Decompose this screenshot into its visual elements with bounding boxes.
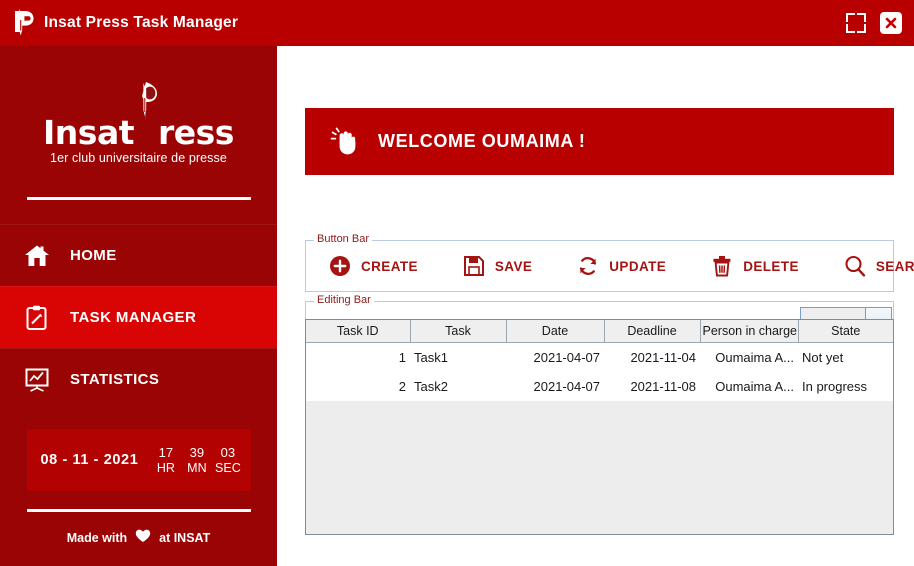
clock-date: 08 - 11 - 2021 [40,452,139,468]
waving-hand-icon [327,125,361,159]
sidebar: Insat ress 1er club universitaire de pre… [0,46,277,566]
trash-icon [710,254,734,278]
clock-minutes: 39 MN [181,445,212,476]
window-controls [846,12,902,34]
clock-widget: 08 - 11 - 2021 17 HR 39 MN 03 SEC [26,429,251,491]
pen-p-logo-icon [9,8,37,38]
clock-hours-label: HR [156,460,175,475]
clock-minutes-value: 39 [189,444,205,460]
cell-deadline: 2021-11-08 [604,372,700,401]
logo-tagline: 1er club universitaire de presse [50,150,227,165]
column-header-state[interactable]: State [798,320,893,343]
cell-task-id: 2 [306,372,410,401]
column-header-task[interactable]: Task [410,320,507,343]
clipboard-pencil-icon [22,303,52,333]
pen-nib-icon [133,81,159,144]
app-window: Insat Press Task Manager Insat ress 1er … [0,0,914,566]
cell-task: Task2 [410,372,506,401]
save-button-label: SAVE [494,258,533,274]
brand-logo: Insat ress 1er club universitaire de pre… [0,81,277,177]
save-button[interactable]: SAVE [462,254,532,278]
welcome-text: WELCOME OUMAIMA ! [378,131,586,151]
clock-seconds-value: 03 [220,444,236,460]
clock-hours-value: 17 [158,444,174,460]
floppy-disk-icon [462,254,486,278]
refresh-icon [576,254,600,278]
home-icon [22,241,52,271]
cell-state: Not yet [798,342,893,372]
magnifier-icon [843,254,867,278]
logo-text-press: ress [158,112,234,152]
cell-date: 2021-04-07 [506,342,604,372]
cell-person: Oumaima A... [700,372,798,401]
table-header-row: Task ID Task Date Deadline Person in cha… [306,320,893,343]
sidebar-item-label: TASK MANAGER [70,309,197,326]
update-button-label: UPDATE [609,258,667,274]
cell-state: In progress [798,372,893,401]
sidebar-item-task-manager[interactable]: TASK MANAGER [0,286,277,348]
update-button[interactable]: UPDATE [576,254,666,278]
made-with-suffix: at INSAT [159,530,211,545]
title-bar: Insat Press Task Manager [0,0,914,46]
sidebar-nav: HOME TASK MANAGER STATISTICS [0,224,277,410]
clock-units: 17 HR 39 MN 03 SEC [150,445,243,476]
button-bar-row: CREATE SAVE UPDATE DELETE SEAR [306,241,914,291]
delete-button-label: DELETE [743,258,799,274]
column-header-deadline[interactable]: Deadline [604,320,701,343]
cell-task: Task1 [410,342,506,372]
cell-deadline: 2021-11-04 [604,342,700,372]
app-title: Insat Press Task Manager [44,14,239,31]
clock-hours: 17 HR [150,445,181,476]
maximize-icon[interactable] [846,13,866,33]
cell-person: Oumaima A... [700,342,798,372]
clock-minutes-label: MN [187,460,207,475]
button-bar-group: Button Bar CREATE SAVE UPDATE DELETE SEA… [305,233,914,292]
sidebar-divider-top [26,197,251,200]
logo-text-insat: Insat [43,112,134,152]
create-button-label: CREATE [361,258,418,274]
cell-date: 2021-04-07 [506,372,604,401]
delete-button[interactable]: DELETE [710,254,799,278]
sidebar-item-home[interactable]: HOME [0,224,277,286]
sidebar-item-statistics[interactable]: STATISTICS [0,348,277,410]
clock-seconds: 03 SEC [212,445,243,476]
tasks-table[interactable]: Task ID Task Date Deadline Person in cha… [305,319,894,535]
plus-circle-icon [328,254,352,278]
create-button[interactable]: CREATE [328,254,418,278]
sidebar-footer: Made with at INSAT [0,529,277,546]
made-with-prefix: Made with [66,530,128,545]
cell-task-id: 1 [306,342,410,372]
table-empty-area [306,401,893,531]
welcome-banner: WELCOME OUMAIMA ! [305,108,894,175]
table-row[interactable]: 2 Task2 2021-04-07 2021-11-08 Oumaima A.… [306,372,893,401]
search-button[interactable]: SEARCH [843,254,914,278]
column-header-task-id[interactable]: Task ID [306,320,411,343]
column-header-person[interactable]: Person in charge [700,320,799,343]
heart-icon [135,529,151,546]
close-icon[interactable] [880,12,902,34]
clock-seconds-label: SEC [215,460,241,475]
main-content: WELCOME OUMAIMA ! Button Bar CREATE SAVE… [277,46,914,566]
column-header-date[interactable]: Date [506,320,605,343]
sidebar-divider-bottom [26,509,251,512]
search-button-label: SEARCH [875,258,914,274]
chart-board-icon [22,365,52,395]
table-row[interactable]: 1 Task1 2021-04-07 2021-11-04 Oumaima A.… [306,342,893,372]
sidebar-item-label: HOME [70,247,117,264]
sidebar-item-label: STATISTICS [70,371,160,388]
